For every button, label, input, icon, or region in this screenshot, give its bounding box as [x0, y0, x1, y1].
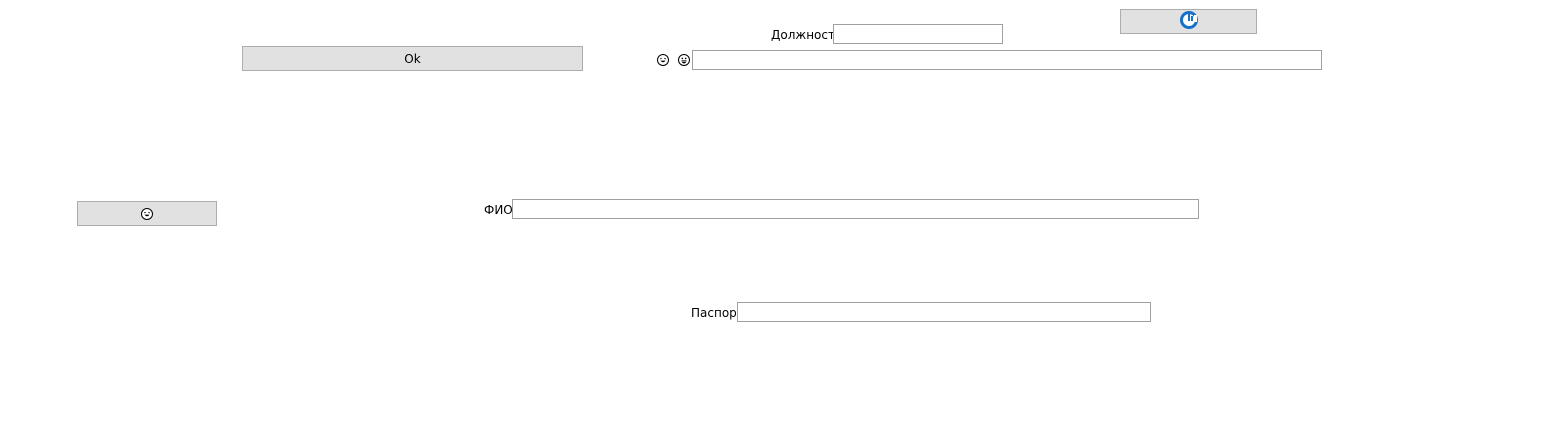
passport-label: Паспорт — [691, 306, 744, 320]
grinning-face-icon — [141, 207, 153, 220]
refresh-circle-icon — [1179, 10, 1199, 33]
emoji-button[interactable] — [77, 201, 217, 226]
laughing-face-icon — [657, 54, 669, 66]
fio-label: ФИО — [484, 203, 513, 217]
passport-field[interactable] — [737, 302, 1151, 322]
refresh-button[interactable] — [1120, 9, 1257, 34]
ok-button-label: Ok — [404, 51, 421, 66]
fio-field[interactable] — [512, 199, 1199, 219]
emoji-text-field[interactable] — [692, 50, 1322, 70]
ok-button[interactable]: Ok — [242, 46, 583, 71]
position-field[interactable] — [833, 24, 1003, 44]
position-label: Должность — [771, 28, 843, 42]
grinning-face-icon — [678, 54, 690, 66]
